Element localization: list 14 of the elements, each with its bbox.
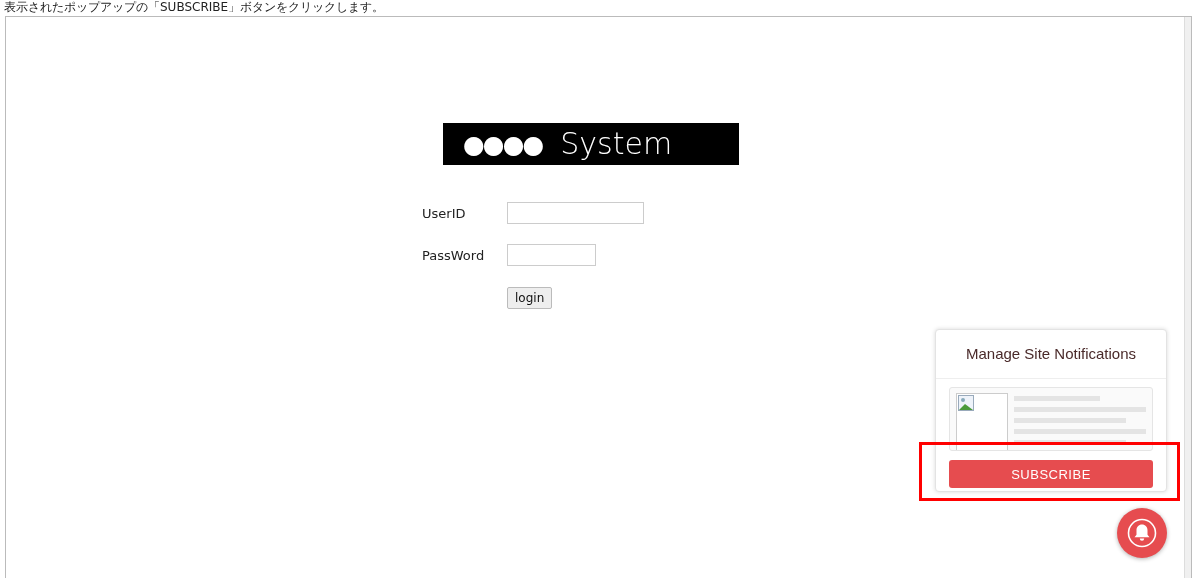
broken-image-icon <box>958 395 974 411</box>
input-field[interactable] <box>507 244 596 266</box>
field-label: PassWord <box>422 247 486 263</box>
logo-text: System <box>560 129 673 159</box>
input-field[interactable] <box>507 202 644 224</box>
bell-icon <box>1127 518 1157 548</box>
panel-title: Manage Site Notifications <box>936 330 1166 379</box>
field-label: UserID <box>422 205 467 221</box>
notification-bell-button[interactable] <box>1117 508 1167 558</box>
scrollbar[interactable] <box>1184 17 1191 578</box>
login-button[interactable]: login <box>507 287 553 309</box>
subscribe-button[interactable]: SUBSCRIBE <box>949 460 1153 488</box>
logo-dots: ●●●● <box>463 131 543 157</box>
instruction-text: 表示されたポップアップの「SUBSCRIBE」ボタンをクリックします。 <box>3 0 386 16</box>
